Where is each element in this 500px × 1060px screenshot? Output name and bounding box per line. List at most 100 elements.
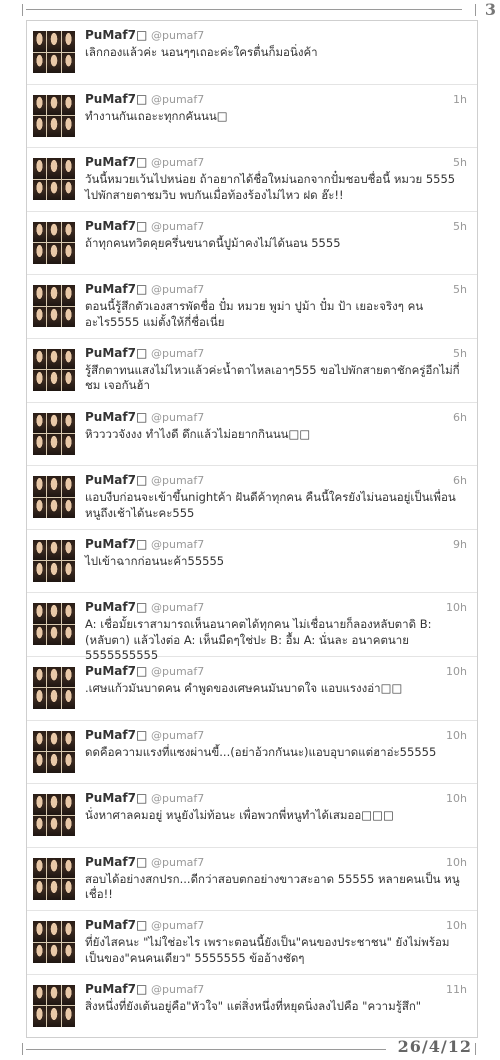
avatar[interactable] bbox=[33, 794, 75, 837]
tweet-text: .เศษแก้วมันบาดคน คำพูดของเศษคนมันบาดใจ แ… bbox=[85, 680, 403, 695]
tweet-item[interactable]: PuMaf7□ @pumaf7 เลิกกองแล้วค่ะ นอนๆๆเถอะ… bbox=[27, 21, 477, 85]
tweet-item[interactable]: PuMaf7□ @pumaf7 5h ถ้าทุกคนทวิตคุยครึ่นข… bbox=[27, 212, 477, 276]
tweet-item[interactable]: PuMaf7□ @pumaf7 5h วันนี้หมวยเว้นไปหน่อย… bbox=[27, 148, 477, 212]
tweet-timestamp[interactable]: 10h bbox=[446, 919, 467, 932]
tweet-timestamp[interactable]: 5h bbox=[453, 347, 467, 360]
tweet-timestamp[interactable]: 10h bbox=[446, 856, 467, 869]
crop-mark-bottom-right bbox=[475, 1043, 476, 1055]
tweet-timestamp[interactable]: 5h bbox=[453, 156, 467, 169]
tweet-timestamp[interactable]: 1h bbox=[453, 93, 467, 106]
crop-mark-top-line bbox=[26, 9, 462, 10]
page-date: 26/4/12 bbox=[397, 1037, 472, 1056]
tweet-text: เลิกกองแล้วค่ะ นอนๆๆเถอะค่ะใครตื่นก็มอนิ… bbox=[85, 45, 318, 59]
tweet-item[interactable]: PuMaf7□ @pumaf7 6h แอบงีบก่อนจะเข้าขึ้นn… bbox=[27, 466, 477, 530]
tweet-timestamp[interactable]: 10h bbox=[446, 665, 467, 678]
avatar[interactable] bbox=[33, 158, 75, 201]
tweet-item[interactable]: PuMaf7□ @pumaf7 9h ไปเข้าฉากก่อนนะค้า555… bbox=[27, 530, 477, 594]
avatar[interactable] bbox=[33, 31, 75, 73]
tweet-author-name[interactable]: PuMaf7□ bbox=[85, 600, 147, 614]
tweet-author-name[interactable]: PuMaf7□ bbox=[85, 28, 147, 42]
tweet-timestamp[interactable]: 10h bbox=[446, 729, 467, 742]
tweet-timestamp[interactable]: 10h bbox=[446, 601, 467, 614]
tweet-author-name[interactable]: PuMaf7□ bbox=[85, 410, 147, 424]
tweet-author-handle[interactable]: @pumaf7 bbox=[151, 93, 204, 106]
tweet-timestamp[interactable]: 11h bbox=[446, 983, 467, 996]
tweet-author-handle[interactable]: @pumaf7 bbox=[151, 792, 204, 805]
tweet-text: ตอนนี้รู้สึกตัวเองสารพัดชื่อ ปั๋ม หมวย พ… bbox=[85, 299, 424, 329]
tweet-text: ไปเข้าฉากก่อนนะค้า55555 bbox=[85, 553, 225, 568]
tweet-author-name[interactable]: PuMaf7□ bbox=[85, 155, 147, 169]
tweet-text: สิ่งหนึ่งที่ยังเต้นอยู่คือ"หัวใจ" แต่สิ่… bbox=[85, 998, 422, 1013]
tweet-author-handle[interactable]: @pumaf7 bbox=[151, 665, 204, 678]
tweet-item[interactable]: PuMaf7□ @pumaf7 6h หิววววจังงง ทำไงดี ดึ… bbox=[27, 403, 477, 467]
tweet-author-name[interactable]: PuMaf7□ bbox=[85, 282, 147, 296]
tweet-text: รู้สึกตาทนแสงไม่ไหวแล้วค่ะน้ำตาไหลเอาๆ55… bbox=[85, 362, 460, 393]
avatar[interactable] bbox=[33, 857, 75, 900]
tweet-author-handle[interactable]: @pumaf7 bbox=[151, 919, 204, 932]
tweet-timestamp[interactable]: 6h bbox=[453, 411, 467, 424]
avatar[interactable] bbox=[33, 730, 75, 773]
avatar[interactable] bbox=[33, 476, 75, 519]
tweet-item[interactable]: PuMaf7□ @pumaf7 10h สอบได้อย่างสกปรก...ด… bbox=[27, 848, 477, 912]
tweet-author-handle[interactable]: @pumaf7 bbox=[151, 729, 204, 742]
tweet-text: ทำงานกันเถอะะทุกกคันนน□ bbox=[85, 108, 228, 123]
tweet-timestamp[interactable]: 9h bbox=[453, 538, 467, 551]
crop-mark-bottom-left bbox=[22, 1043, 23, 1055]
tweet-author-name[interactable]: PuMaf7□ bbox=[85, 982, 147, 996]
tweet-item[interactable]: PuMaf7□ @pumaf7 11h สิ่งหนึ่งที่ยังเต้นอ… bbox=[27, 975, 477, 1037]
tweet-timestamp[interactable]: 10h bbox=[446, 792, 467, 805]
tweet-author-handle[interactable]: @pumaf7 bbox=[151, 220, 204, 233]
tweet-author-handle[interactable]: @pumaf7 bbox=[151, 983, 204, 996]
tweet-author-name[interactable]: PuMaf7□ bbox=[85, 918, 147, 932]
tweet-text: นั่งหาศาลคมอยู่ หนูยังไม่ท้อนะ เพื่อพวกพ… bbox=[85, 808, 394, 823]
avatar[interactable] bbox=[33, 539, 75, 582]
tweet-timestamp[interactable]: 5h bbox=[453, 220, 467, 233]
tweet-text: ถ้าทุกคนทวิตคุยครึ่นขนาดนี้ปูม้าคงไม่ได้… bbox=[85, 235, 341, 250]
avatar[interactable] bbox=[33, 603, 75, 646]
avatar[interactable] bbox=[33, 348, 75, 391]
tweet-text: ที่ยังไสคนะ "ไม่ใช่อะไร เพราะตอนนี้ยังเป… bbox=[85, 935, 450, 965]
tweet-item[interactable]: PuMaf7□ @pumaf7 10h .เศษแก้วมันบาดคน คำพ… bbox=[27, 657, 477, 721]
tweet-author-name[interactable]: PuMaf7□ bbox=[85, 791, 147, 805]
tweet-author-handle[interactable]: @pumaf7 bbox=[151, 411, 204, 424]
avatar[interactable] bbox=[33, 221, 75, 264]
tweet-item[interactable]: PuMaf7□ @pumaf7 5h รู้สึกตาทนแสงไม่ไหวแล… bbox=[27, 339, 477, 403]
tweet-author-handle[interactable]: @pumaf7 bbox=[151, 538, 204, 551]
tweet-timestamp[interactable]: 6h bbox=[453, 474, 467, 487]
page-number: 3 bbox=[484, 0, 497, 19]
tweet-timeline: PuMaf7□ @pumaf7 เลิกกองแล้วค่ะ นอนๆๆเถอะ… bbox=[26, 20, 478, 1038]
tweet-item[interactable]: PuMaf7□ @pumaf7 10h A: เชื่อมั้ยเราสามาร… bbox=[27, 593, 477, 662]
avatar[interactable] bbox=[33, 285, 75, 328]
tweet-text: ดดคือความแรงที่แซงผ่านขี้...(อย่าอ้วกกัน… bbox=[85, 744, 437, 759]
tweet-author-handle[interactable]: @pumaf7 bbox=[151, 856, 204, 869]
tweet-item[interactable]: PuMaf7□ @pumaf7 5h ตอนนี้รู้สึกตัวเองสาร… bbox=[27, 275, 477, 339]
tweet-author-name[interactable]: PuMaf7□ bbox=[85, 346, 147, 360]
tweet-item[interactable]: PuMaf7□ @pumaf7 10h ดดคือความแรงที่แซงผ่… bbox=[27, 721, 477, 785]
tweet-author-handle[interactable]: @pumaf7 bbox=[151, 156, 204, 169]
tweet-timestamp[interactable]: 5h bbox=[453, 283, 467, 296]
tweet-author-name[interactable]: PuMaf7□ bbox=[85, 537, 147, 551]
avatar[interactable] bbox=[33, 666, 75, 709]
tweet-item[interactable]: PuMaf7□ @pumaf7 1h ทำงานกันเถอะะทุกกคันน… bbox=[27, 85, 477, 149]
tweet-text: แอบงีบก่อนจะเข้าขึ้นnightค้า ฝันดีค้าทุก… bbox=[85, 490, 456, 520]
tweet-author-handle[interactable]: @pumaf7 bbox=[151, 347, 204, 360]
avatar[interactable] bbox=[33, 412, 75, 455]
tweet-author-handle[interactable]: @pumaf7 bbox=[151, 474, 204, 487]
avatar[interactable] bbox=[33, 921, 75, 964]
tweet-author-name[interactable]: PuMaf7□ bbox=[85, 473, 147, 487]
tweet-author-handle[interactable]: @pumaf7 bbox=[151, 283, 204, 296]
tweet-author-name[interactable]: PuMaf7□ bbox=[85, 855, 147, 869]
tweet-author-handle[interactable]: @pumaf7 bbox=[151, 29, 204, 42]
crop-mark-top-right bbox=[475, 4, 476, 16]
tweet-author-name[interactable]: PuMaf7□ bbox=[85, 728, 147, 742]
tweet-item[interactable]: PuMaf7□ @pumaf7 10h ที่ยังไสคนะ "ไม่ใช่อ… bbox=[27, 911, 477, 975]
avatar[interactable] bbox=[33, 94, 75, 137]
tweet-author-name[interactable]: PuMaf7□ bbox=[85, 92, 147, 106]
tweet-text: วันนี้หมวยเว้นไปหน่อย ถ้าอยากได้ชื่อใหม่… bbox=[85, 172, 456, 202]
tweet-author-handle[interactable]: @pumaf7 bbox=[151, 601, 204, 614]
tweet-item[interactable]: PuMaf7□ @pumaf7 10h นั่งหาศาลคมอยู่ หนูย… bbox=[27, 784, 477, 848]
tweet-text: สอบได้อย่างสกปรก...ดีกว่าสอบตกอย่างขาวสะ… bbox=[85, 871, 460, 902]
tweet-author-name[interactable]: PuMaf7□ bbox=[85, 664, 147, 678]
avatar[interactable] bbox=[33, 984, 75, 1027]
tweet-author-name[interactable]: PuMaf7□ bbox=[85, 219, 147, 233]
